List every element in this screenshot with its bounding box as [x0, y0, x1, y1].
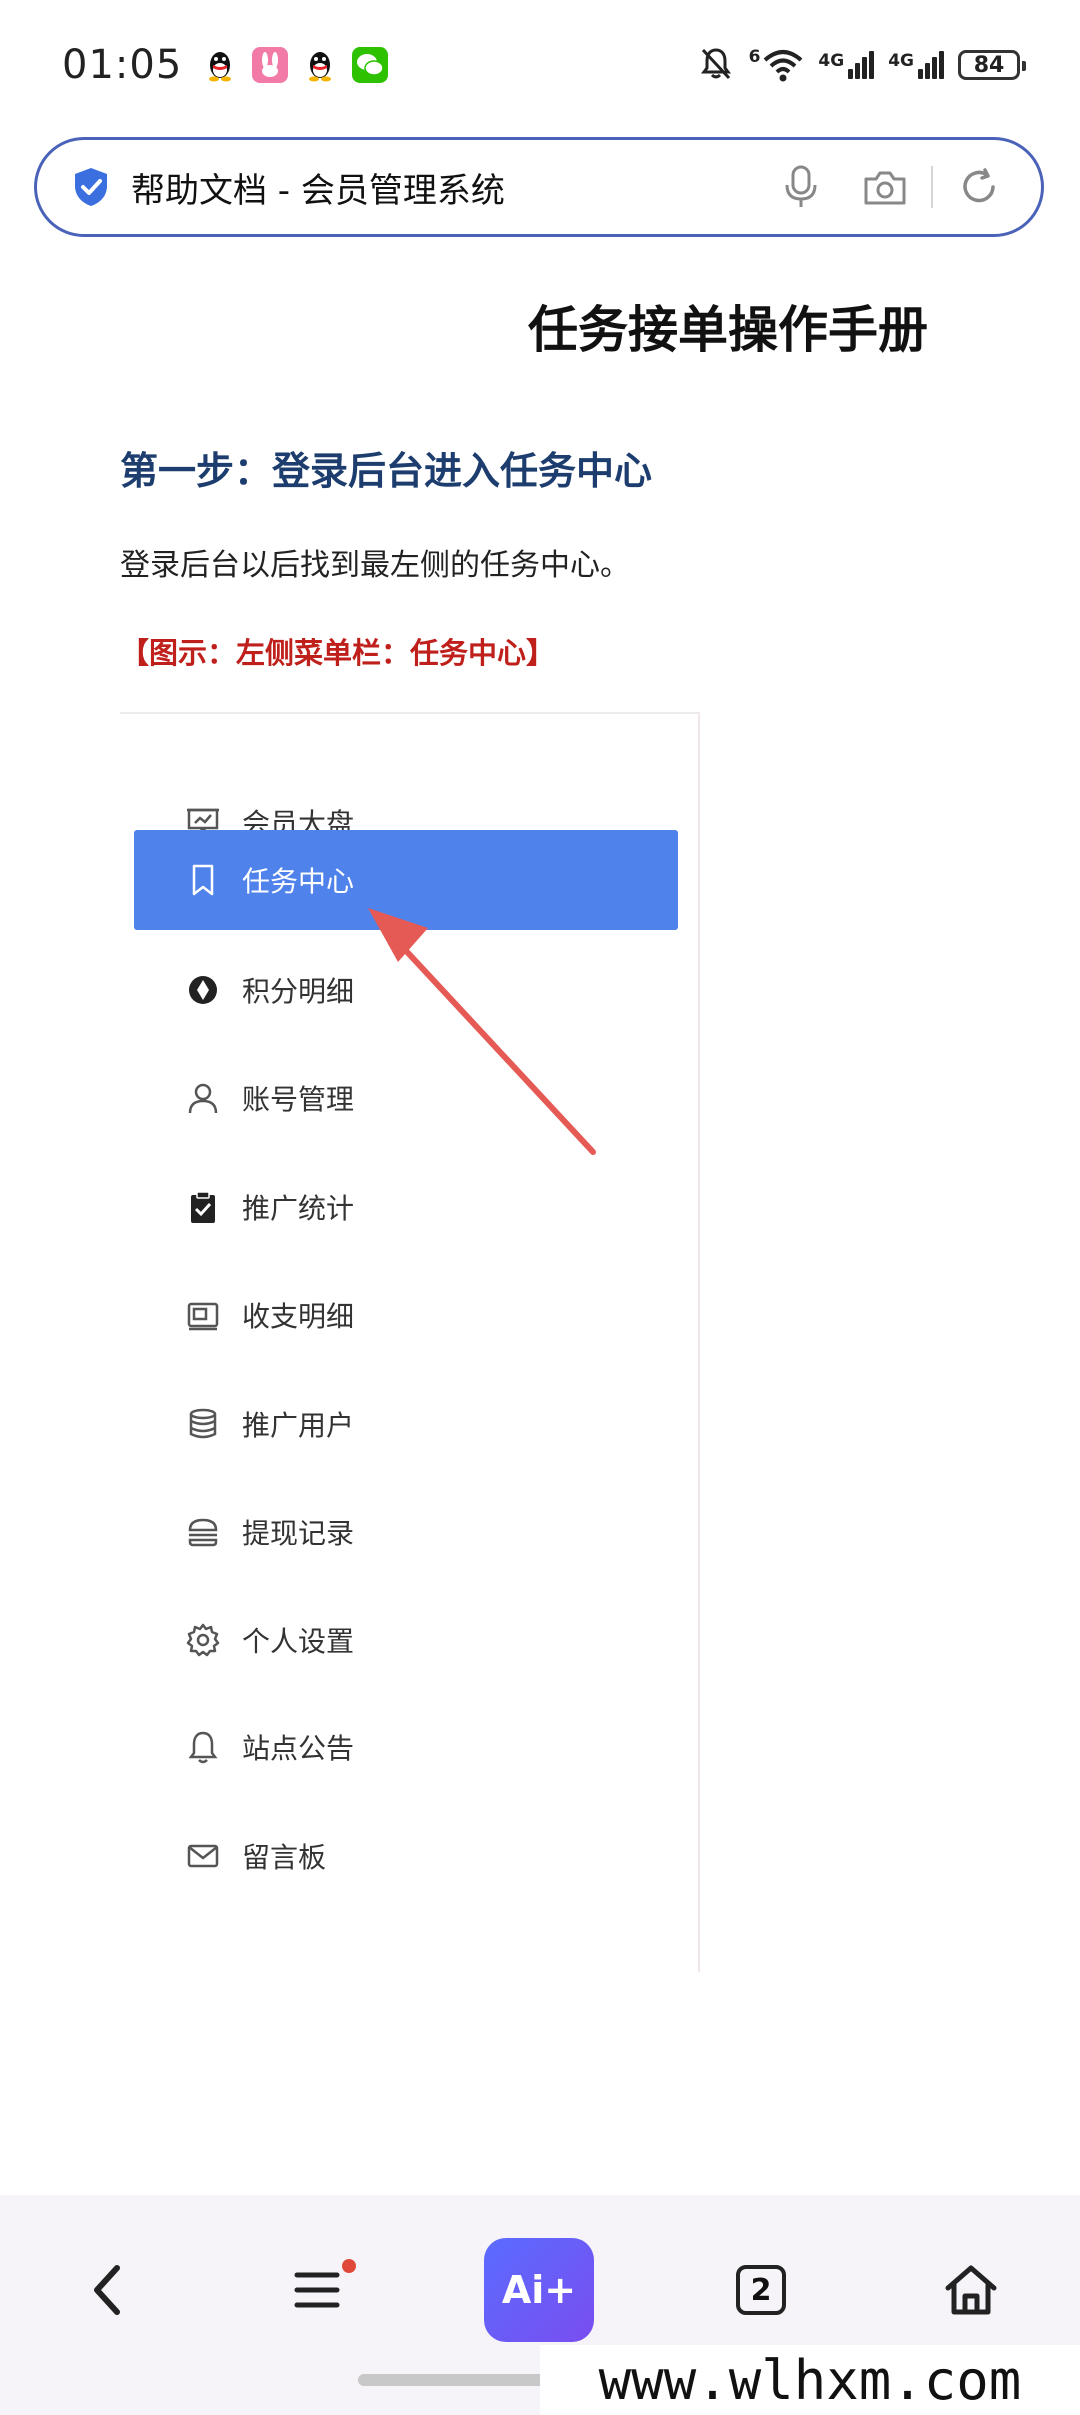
notification-dot	[342, 2259, 356, 2273]
qq-icon	[202, 47, 238, 83]
hamburger-menu-icon	[294, 2272, 340, 2308]
wifi-label: 6	[748, 47, 761, 67]
menu-button[interactable]	[262, 2235, 372, 2345]
menu-item-promoted-users: 推广用户	[134, 1374, 678, 1474]
menu-item-personal-settings: 个人设置	[134, 1590, 678, 1690]
refresh-icon[interactable]	[951, 159, 1007, 215]
menu-item-label: 积分明细	[242, 975, 355, 1008]
tab-count: 2	[736, 2265, 786, 2315]
step-description: 登录后台以后找到最左侧的任务中心。	[120, 548, 630, 583]
status-right: 6 4G 4G 84	[697, 44, 1026, 86]
menu-item-account-management: 账号管理	[134, 1048, 678, 1148]
battery-level: 84	[973, 52, 1005, 78]
mail-icon	[184, 1837, 222, 1875]
step-heading: 第一步：登录后台进入任务中心	[120, 449, 653, 493]
signal-label-2: 4G	[888, 51, 914, 71]
aperture-icon	[184, 971, 222, 1009]
qq-icon-2	[302, 47, 338, 83]
database-icon	[184, 1405, 222, 1443]
clipboard-check-icon	[184, 1188, 222, 1226]
menu-item-points-detail: 积分明细	[134, 940, 678, 1040]
wechat-icon	[352, 47, 389, 83]
menu-item-label: 个人设置	[242, 1625, 355, 1658]
watermark-text: www.wlhxm.com	[540, 2345, 1080, 2415]
shield-check-icon	[69, 165, 113, 209]
menu-item-promotion-stats: 推广统计	[134, 1157, 678, 1257]
gear-icon	[184, 1621, 222, 1659]
signal-icon-1: 4G	[818, 51, 875, 79]
wifi-icon: 6	[749, 47, 805, 83]
camera-icon[interactable]	[857, 159, 913, 215]
bell-icon	[184, 1728, 222, 1766]
user-icon	[184, 1079, 222, 1117]
document-title: 任务接单操作手册	[528, 301, 928, 359]
menu-screenshot-image: 会员大盘 任务中心 积分明细 账号管理 推广统计 收支明细 推广用户 提现记录 …	[120, 712, 700, 1972]
menu-item-label: 推广统计	[242, 1192, 355, 1225]
menu-item-message-board: 留言板	[134, 1806, 678, 1906]
ai-label: Ai+	[484, 2238, 594, 2342]
back-button[interactable]	[52, 2235, 162, 2345]
menu-item-label: 收支明细	[242, 1300, 355, 1333]
address-bar[interactable]: 帮助文档 - 会员管理系统	[34, 137, 1044, 237]
menu-item-income-expense: 收支明细	[134, 1265, 678, 1365]
signal-label-1: 4G	[818, 51, 845, 71]
chevron-left-icon	[94, 2265, 120, 2315]
burger-icon	[184, 1513, 222, 1551]
mute-icon	[697, 44, 735, 86]
microphone-icon[interactable]	[773, 159, 829, 215]
menu-item-label: 留言板	[242, 1841, 327, 1874]
tabs-button[interactable]: 2	[706, 2235, 816, 2345]
address-text[interactable]: 帮助文档 - 会员管理系统	[131, 163, 773, 212]
clock: 01:05	[62, 42, 183, 88]
rabbit-app-icon	[252, 47, 289, 83]
home-icon	[945, 2265, 997, 2315]
menu-item-label: 任务中心	[242, 865, 355, 898]
figure-caption: 【图示：左侧菜单栏：任务中心】	[120, 636, 556, 670]
wallet-icon	[184, 1296, 222, 1334]
menu-item-label: 站点公告	[242, 1732, 355, 1765]
menu-item-label: 推广用户	[242, 1409, 355, 1442]
menu-item-withdrawal-records: 提现记录	[134, 1482, 678, 1582]
status-bar: 01:05 6 4G 4G 84	[0, 0, 1080, 130]
status-left: 01:05	[62, 42, 389, 88]
battery-icon: 84	[958, 50, 1026, 80]
menu-item-task-center: 任务中心	[134, 830, 678, 930]
ai-assistant-button[interactable]: Ai+	[484, 2235, 594, 2345]
menu-item-label: 提现记录	[242, 1517, 355, 1550]
menu-item-label: 账号管理	[242, 1083, 355, 1116]
home-button[interactable]	[916, 2235, 1026, 2345]
bookmark-icon	[184, 861, 222, 899]
menu-item-site-announcement: 站点公告	[134, 1697, 678, 1797]
address-divider	[931, 166, 933, 208]
signal-icon-2: 4G	[888, 51, 944, 79]
